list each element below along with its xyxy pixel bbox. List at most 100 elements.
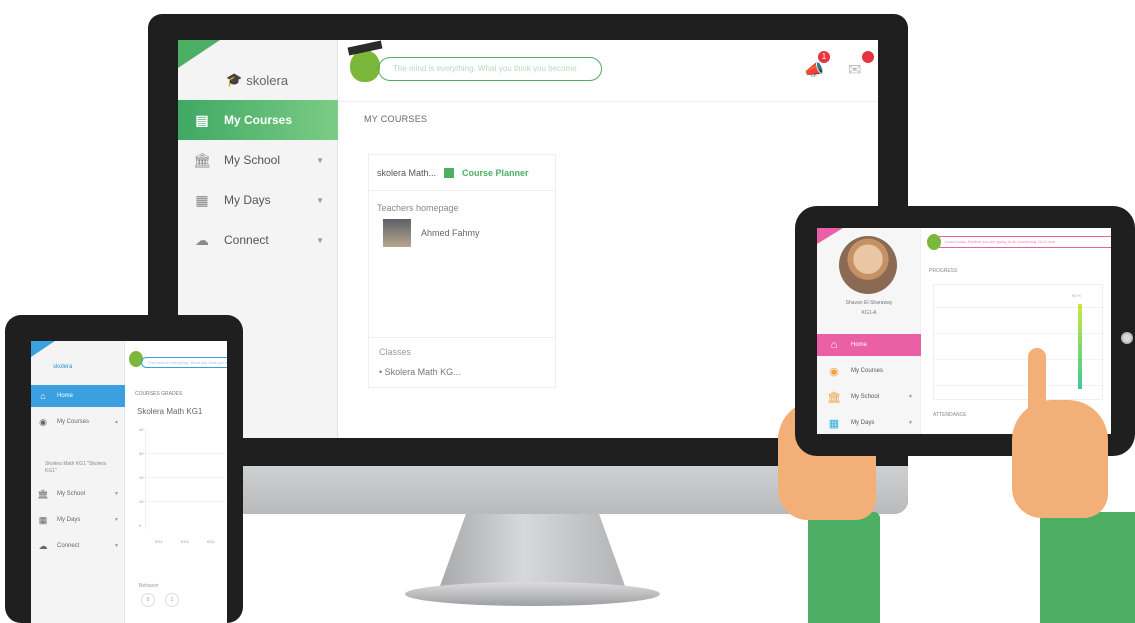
calendar-icon: ▦ [828,417,840,430]
sidebar-item-my-courses[interactable]: ▤ My Courses [178,100,338,140]
progress-chart: 90 % [933,284,1104,400]
classes-heading: Classes [379,347,412,357]
y-tick: 40 [139,427,144,432]
skolera-logo[interactable]: 🎓 skolera [226,72,288,88]
class-list-item[interactable]: • Skolera Math KG... [379,367,461,377]
avatar [383,219,411,247]
sidebar-item-my-days[interactable]: ▦ My Days ▼ [178,180,338,220]
tablet-left-sidebar: skolera ⌂ Home ◉ My Courses ▲ Skolera Ma… [31,341,125,623]
chat-icon: ☁ [38,540,48,551]
sidebar-item-my-school[interactable]: 🏛 My School ▼ [31,483,125,505]
calendar-icon: ▦ [38,514,48,525]
x-label: KG1 [181,539,190,544]
planner-icon [444,167,455,178]
corner-ribbon [817,228,843,244]
sidebar-item-my-courses[interactable]: ◉ My Courses [817,360,921,382]
y-tick: 30 [139,451,144,456]
corner-ribbon [178,40,220,68]
course-card-header: skolera Math... Course Planner [369,155,555,191]
sidebar-item-home[interactable]: ⌂ Home [817,334,921,356]
sidebar-item-label: My Courses [57,419,90,425]
book-icon: ◉ [829,365,839,378]
building-icon: 🏛 [37,488,49,499]
sidebar-item-my-school[interactable]: 🏛 My School ▼ [817,386,921,408]
sidebar-item-label: My School [57,491,86,497]
quote-banner: The mind is everything. What you think y… [141,357,227,368]
logo-text: skolera [246,72,289,88]
right-sleeve [1040,512,1135,623]
home-button[interactable] [1121,332,1133,344]
book-icon: ◉ [39,416,47,427]
chat-icon: ☁ [195,231,209,248]
chevron-down-icon: ▼ [316,235,324,245]
gridline [145,477,225,478]
sidebar-item-connect[interactable]: ☁ Connect ▼ [178,220,338,260]
avatar[interactable] [839,236,897,294]
teacher-row[interactable]: Ahmed Fahmy [369,219,555,247]
x-label: KG1 [207,539,216,544]
sub-item-course[interactable]: Skolera Math KG1 "Skolera KG1" [45,461,117,475]
tablet-right-sidebar: Shavan El-Sharaway KG1-A ⌂ Home ◉ My Cou… [817,228,921,434]
chevron-down-icon: ▼ [908,394,913,400]
book-icon: ▤ [195,111,209,128]
megaphone-icon[interactable]: 📣 [804,60,824,80]
attendance-heading: ATTENDANCE [933,412,967,418]
sidebar-item-label: My Courses [851,368,884,374]
bar-value-label: 90 % [1072,293,1082,298]
sidebar-item-label: My Courses [224,113,293,127]
behavior-indicator[interactable]: 1 [165,593,179,607]
chevron-down-icon: ▲ [114,419,119,425]
monitor-base [405,582,660,606]
notification-badge: 1 [818,51,830,63]
envelope-icon[interactable]: ✉ [848,60,861,80]
behavior-heading: Behavior [139,583,159,589]
course-title: Skolera Math KG1 [137,407,203,416]
student-class: KG1-A [861,310,877,316]
tablet-left-frame: skolera ⌂ Home ◉ My Courses ▲ Skolera Ma… [5,315,243,623]
gridline [145,501,225,502]
building-icon: 🏛 [193,151,211,168]
calendar-icon: ▦ [195,191,209,208]
sidebar-item-my-school[interactable]: 🏛 My School ▼ [178,140,338,180]
y-tick: 0 [139,523,142,528]
sidebar-item-my-days[interactable]: ▦ My Days ▼ [817,412,921,434]
chevron-down-icon: ▼ [114,517,119,523]
section-heading: PROGRESS [929,268,958,274]
sidebar-item-my-courses[interactable]: ◉ My Courses ▲ [31,411,125,433]
sidebar-item-label: Home [57,393,74,399]
sidebar-item-label: My Days [57,517,81,523]
sidebar-item-label: My School [851,394,880,400]
y-tick: 20 [139,475,144,480]
corner-ribbon [31,341,55,357]
chevron-down-icon: ▼ [316,155,324,165]
course-planner-link[interactable]: Course Planner [462,168,529,178]
building-icon: 🏛 [827,391,841,404]
divider [369,337,555,338]
grades-chart-axis [145,429,225,529]
tablet-left-main: The mind is everything. What you think y… [125,341,227,623]
student-name: Shavan El-Sharaway [845,300,893,306]
y-tick: 10 [139,499,144,504]
behavior-indicator[interactable]: 0 [141,593,155,607]
home-icon: ⌂ [830,339,838,351]
chevron-down-icon: ▼ [908,420,913,426]
sidebar-item-connect[interactable]: ☁ Connect ▼ [31,535,125,557]
right-hand [1012,400,1108,518]
quote-banner: The mind is everything. What you think y… [378,57,602,81]
course-card[interactable]: skolera Math... Course Planner Teachers … [368,154,556,388]
message-badge [862,51,874,63]
graduation-cap-icon: 🎓 [226,72,243,87]
sidebar-item-label: Home [851,342,868,348]
section-heading: COURSES GRADES [135,391,183,397]
x-label: KG1 [155,539,164,544]
sidebar-item-my-days[interactable]: ▦ My Days ▼ [31,509,125,531]
monitor-stand [440,514,625,586]
desktop-screen: 🎓 skolera ▤ My Courses 🏛 My School ▼ ▦ M… [178,40,878,438]
left-sleeve [808,512,880,623]
teacher-name: Ahmed Fahmy [421,228,480,238]
course-title[interactable]: skolera Math... [377,168,436,178]
logo-text[interactable]: skolera [53,364,72,370]
sidebar-item-label: My Days [851,420,875,426]
sidebar-item-label: My School [224,153,281,167]
sidebar-item-home[interactable]: ⌂ Home [31,385,125,407]
